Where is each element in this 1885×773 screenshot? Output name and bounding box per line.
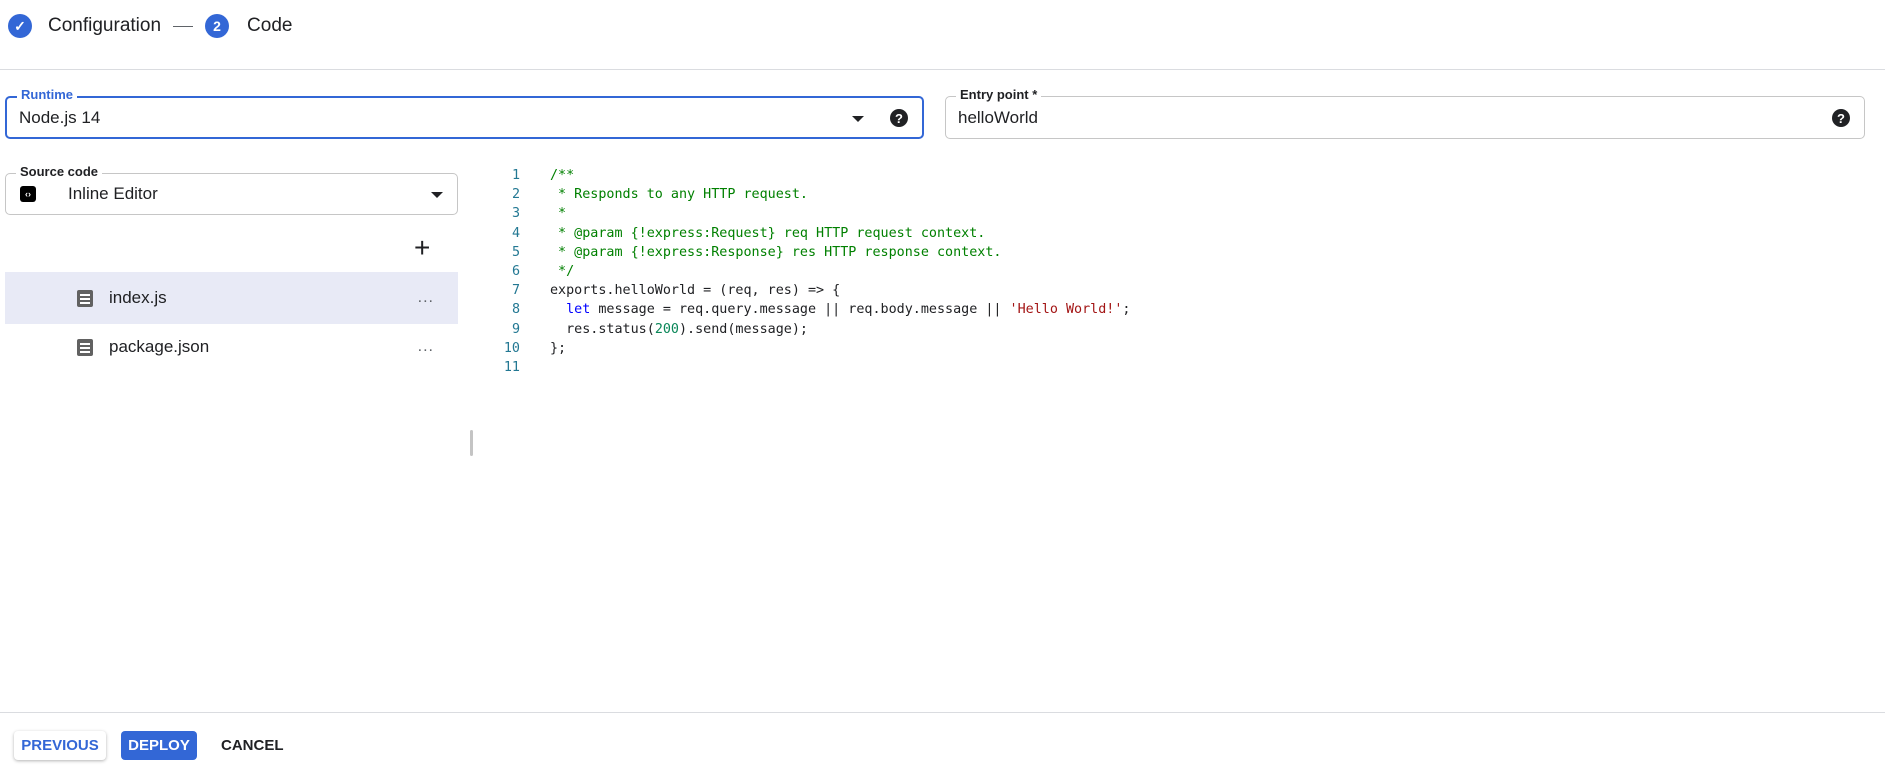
file-name: index.js	[109, 288, 167, 307]
step-configuration[interactable]: Configuration	[48, 15, 161, 37]
code-token: message = req.query.message || req.body.…	[590, 302, 1010, 318]
code-line: 6 */	[480, 262, 1130, 281]
line-number: 6	[511, 264, 520, 280]
runtime-select[interactable]: Runtime Node.js 14 ?	[5, 87, 924, 139]
dropdown-caret-icon	[852, 116, 864, 122]
code-line: 7 exports.helloWorld = (req, res) => {	[480, 281, 1130, 300]
line-number: 4	[511, 225, 520, 241]
file-icon	[77, 338, 93, 356]
file-item[interactable]: index.js ...	[5, 272, 458, 324]
line-number: 5	[511, 244, 520, 260]
code-line: 3 *	[480, 204, 1130, 223]
line-number: 1	[511, 168, 520, 183]
step-number-badge: 2	[205, 14, 230, 38]
code-token: res.status(	[550, 321, 655, 337]
code-token: * @param {!express:Response} res HTTP re…	[550, 244, 1002, 260]
line-number: 11	[503, 360, 520, 376]
add-file-button[interactable]: +	[414, 234, 430, 262]
code-line: 9 res.status(200).send(message);	[480, 320, 1130, 339]
runtime-label: Runtime	[17, 87, 77, 102]
more-options-icon[interactable]: ...	[418, 289, 434, 307]
code-token: /**	[550, 168, 575, 183]
code-token: ).send(message);	[679, 321, 808, 337]
line-number: 7	[511, 283, 520, 299]
code-token: exports.helloWorld = (req, res) => {	[550, 283, 841, 299]
entry-point-label: Entry point *	[956, 87, 1042, 102]
step-code[interactable]: Code	[247, 15, 292, 37]
code-line: 11	[480, 358, 1130, 377]
deploy-button[interactable]: DEPLOY	[121, 731, 197, 760]
code-line: 4 * @param {!express:Request} req HTTP r…	[480, 224, 1130, 243]
check-icon: ✓	[8, 14, 32, 38]
footer-divider	[0, 712, 1885, 713]
more-options-icon[interactable]: ...	[418, 338, 434, 356]
stepper: ✓ Configuration 2 Code	[8, 10, 292, 42]
code-token: let	[566, 302, 591, 318]
file-name: package.json	[109, 337, 210, 356]
code-token: 'Hello World!'	[1009, 302, 1123, 318]
previous-button[interactable]: PREVIOUS	[14, 731, 106, 760]
code-editor[interactable]: 1/** 2 * Responds to any HTTP request. 3 *…	[480, 166, 1131, 377]
entry-point-value: helloWorld	[958, 107, 1039, 127]
line-number: 2	[511, 187, 520, 203]
code-token: */	[550, 264, 575, 280]
help-icon[interactable]: ?	[1832, 109, 1850, 127]
line-number: 8	[511, 302, 520, 318]
code-line: 8 let message = req.query.message || req…	[480, 300, 1131, 319]
source-code-value: Inline Editor	[68, 184, 158, 203]
code-line: 5 * @param {!express:Response} res HTTP …	[480, 243, 1130, 262]
code-token: *	[550, 206, 567, 222]
entry-point-input[interactable]: Entry point * helloWorld ?	[945, 87, 1865, 139]
code-icon: ‹›	[20, 186, 36, 202]
code-token: ;	[1122, 302, 1131, 318]
dropdown-caret-icon	[431, 192, 443, 198]
file-icon	[77, 289, 93, 307]
code-token: };	[550, 340, 567, 356]
line-number: 9	[511, 321, 520, 337]
runtime-value: Node.js 14	[19, 107, 101, 127]
help-icon[interactable]: ?	[890, 109, 908, 127]
code-line: 10};	[480, 339, 1130, 358]
cancel-button[interactable]: CANCEL	[211, 731, 294, 760]
source-code-label: Source code	[16, 164, 103, 179]
step-separator	[173, 25, 194, 27]
code-line: 1 /**	[480, 166, 1130, 185]
line-number: 10	[503, 340, 520, 356]
code-token: * @param {!express:Request} req HTTP req…	[550, 225, 986, 241]
resize-handle[interactable]	[470, 430, 473, 456]
file-item[interactable]: package.json ...	[5, 321, 458, 373]
code-line: 2 * Responds to any HTTP request.	[480, 185, 1130, 204]
divider	[0, 69, 1885, 70]
line-number: 3	[511, 206, 520, 222]
source-code-select[interactable]: Source code ‹› Inline Editor	[5, 164, 458, 215]
code-token: * Responds to any HTTP request.	[550, 187, 808, 203]
code-token: 200	[654, 321, 679, 337]
